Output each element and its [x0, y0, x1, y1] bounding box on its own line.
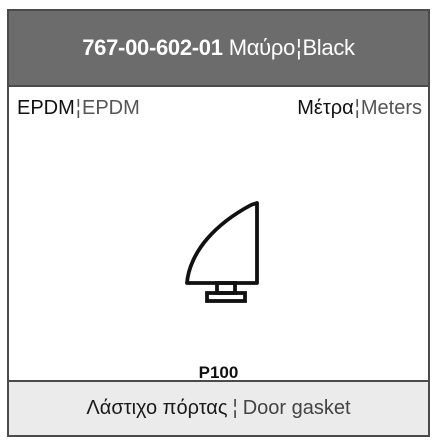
- product-footer: Λάστιχο πόρτας ¦ Door gasket: [9, 380, 428, 435]
- door-gasket-profile-icon: [181, 197, 267, 307]
- product-color-greek: Μαύρο: [228, 35, 296, 60]
- product-meta-row: EPDM¦EPDM Μέτρα¦Meters: [9, 89, 428, 127]
- product-title-greek: Λάστιχο πόρτας: [86, 397, 228, 419]
- product-header: 767-00-602-01 Μαύρο¦Black: [9, 11, 428, 87]
- material-greek: EPDM: [17, 96, 75, 119]
- material-separator: ¦: [75, 96, 81, 119]
- unit-english: Meters: [360, 96, 422, 119]
- product-title-english: Door gasket: [242, 397, 351, 419]
- separator: ¦: [296, 35, 302, 60]
- product-color: Μαύρο¦Black: [229, 35, 355, 61]
- unit-label: Μέτρα¦Meters: [297, 97, 422, 120]
- footer-separator: ¦: [232, 397, 238, 419]
- material-english: EPDM: [82, 96, 140, 119]
- product-card: 767-00-602-01 Μαύρο¦Black EPDM¦EPDM Μέτρ…: [7, 9, 430, 437]
- product-code: 767-00-602-01: [82, 35, 223, 60]
- material-label: EPDM¦EPDM: [17, 97, 140, 120]
- unit-greek: Μέτρα: [297, 96, 354, 119]
- unit-separator: ¦: [354, 96, 360, 119]
- product-color-english: Black: [302, 35, 355, 60]
